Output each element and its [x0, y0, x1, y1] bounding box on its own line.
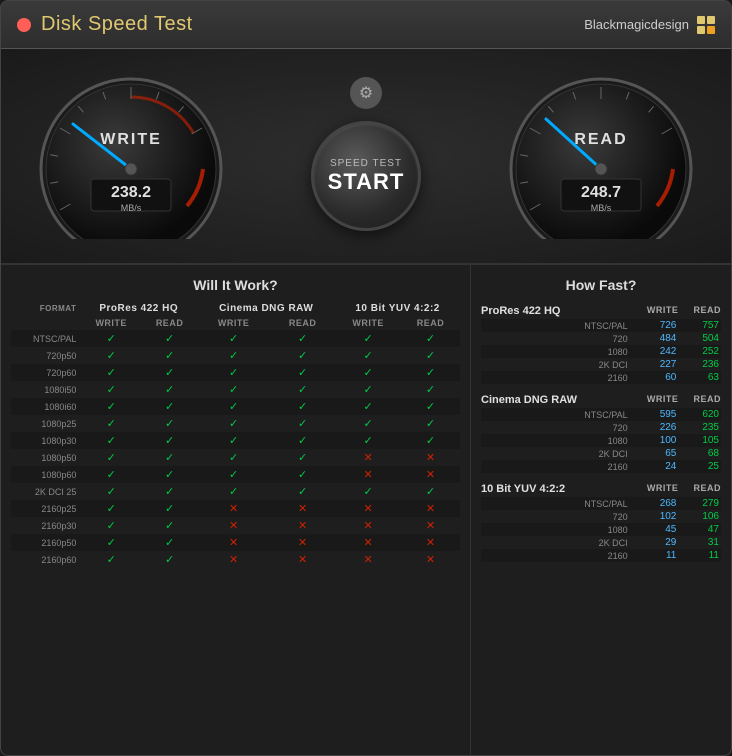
list-item: 2K DCI6568: [481, 447, 721, 460]
list-item: 720102106: [481, 510, 721, 523]
data-section: Will It Work? FORMATProRes 422 HQCinema …: [1, 265, 731, 755]
table-row: 1080p25✓✓✓✓✓✓: [11, 415, 460, 432]
brand-logo: [697, 16, 715, 34]
write-gauge: WRITE 238.2 MB/s: [31, 69, 231, 239]
gear-icon: ⚙: [359, 83, 373, 103]
list-item: 1080242252: [481, 345, 721, 358]
table-row: 2160p60✓✓✕✕✕✕: [11, 551, 460, 568]
write-gauge-container: WRITE 238.2 MB/s: [31, 69, 231, 239]
list-item: 21602425: [481, 460, 721, 473]
table-row: 2160p25✓✓✕✕✕✕: [11, 500, 460, 517]
start-button[interactable]: SPEED TEST START: [311, 121, 421, 231]
list-item: 720484504: [481, 332, 721, 345]
table-row: 2K DCI 25✓✓✓✓✓✓: [11, 483, 460, 500]
svg-text:238.2: 238.2: [111, 184, 151, 201]
brand-name: Blackmagicdesign: [584, 17, 689, 32]
svg-text:MB/s: MB/s: [591, 203, 612, 213]
list-item: NTSC/PAL595620: [481, 408, 721, 421]
read-gauge-container: READ 248.7 MB/s: [501, 69, 701, 239]
app-title: Disk Speed Test: [41, 13, 193, 36]
svg-text:MB/s: MB/s: [121, 203, 142, 213]
svg-text:WRITE: WRITE: [100, 131, 162, 148]
how-fast-panel: How Fast? ProRes 422 HQWRITEREADNTSC/PAL…: [471, 265, 731, 755]
list-item: 10 Bit YUV 4:2:2WRITEREAD: [481, 479, 721, 497]
title-bar: Disk Speed Test Blackmagicdesign: [1, 1, 731, 49]
gauges-section: WRITE 238.2 MB/s ⚙ SPEED TEST START: [1, 49, 731, 265]
list-item: 21606063: [481, 371, 721, 384]
list-item: 720226235: [481, 421, 721, 434]
list-item: 2K DCI227236: [481, 358, 721, 371]
table-row: 720p60✓✓✓✓✓✓: [11, 364, 460, 381]
main-window: Disk Speed Test Blackmagicdesign: [0, 0, 732, 756]
list-item: NTSC/PAL726757: [481, 319, 721, 332]
table-row: NTSC/PAL✓✓✓✓✓✓: [11, 330, 460, 347]
svg-text:READ: READ: [574, 131, 627, 148]
logo-sq-3: [697, 26, 705, 34]
table-row: 1080p30✓✓✓✓✓✓: [11, 432, 460, 449]
read-gauge: READ 248.7 MB/s: [501, 69, 701, 239]
table-row: 2160p30✓✓✕✕✕✕: [11, 517, 460, 534]
table-row: 1080p50✓✓✓✓✕✕: [11, 449, 460, 466]
list-item: 21601111: [481, 549, 721, 562]
logo-sq-1: [697, 16, 705, 24]
table-row: 1080p60✓✓✓✓✕✕: [11, 466, 460, 483]
list-item: NTSC/PAL268279: [481, 497, 721, 510]
table-row: 2160p50✓✓✕✕✕✕: [11, 534, 460, 551]
will-it-work-panel: Will It Work? FORMATProRes 422 HQCinema …: [1, 265, 471, 755]
list-item: Cinema DNG RAWWRITEREAD: [481, 390, 721, 408]
speed-test-label: SPEED TEST: [330, 158, 402, 169]
table-row: 1080i50✓✓✓✓✓✓: [11, 381, 460, 398]
list-item: ProRes 422 HQWRITEREAD: [481, 301, 721, 319]
center-area: ⚙ SPEED TEST START: [311, 77, 421, 231]
close-button[interactable]: [17, 18, 31, 32]
table-row: 1080i60✓✓✓✓✓✓: [11, 398, 460, 415]
logo-sq-4: [707, 26, 715, 34]
list-item: 2K DCI2931: [481, 536, 721, 549]
logo-sq-2: [707, 16, 715, 24]
how-fast-title: How Fast?: [481, 277, 721, 293]
list-item: 1080100105: [481, 434, 721, 447]
will-it-work-table: FORMATProRes 422 HQCinema DNG RAW10 Bit …: [11, 301, 460, 568]
how-fast-table: ProRes 422 HQWRITEREADNTSC/PAL7267577204…: [481, 301, 721, 562]
brand-area: Blackmagicdesign: [584, 16, 715, 34]
will-it-work-title: Will It Work?: [11, 277, 460, 293]
gear-button[interactable]: ⚙: [350, 77, 382, 109]
table-row: 720p50✓✓✓✓✓✓: [11, 347, 460, 364]
svg-text:248.7: 248.7: [581, 184, 621, 201]
list-item: 10804547: [481, 523, 721, 536]
start-label: START: [328, 169, 405, 195]
